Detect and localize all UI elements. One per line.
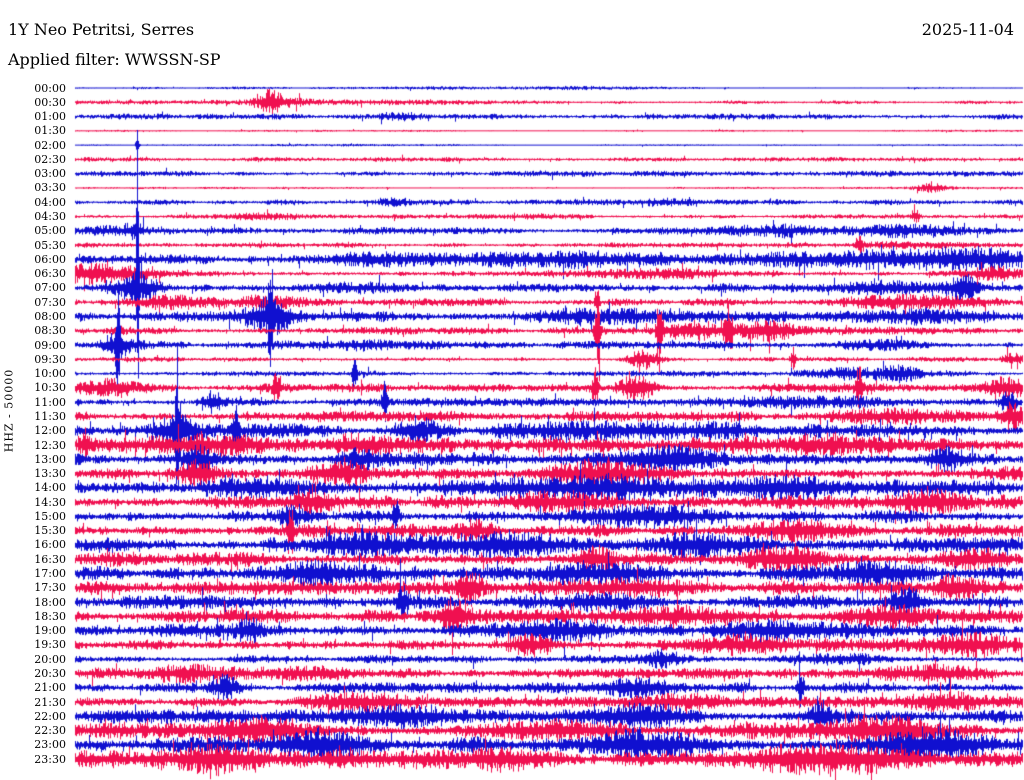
time-label: 15:30 — [34, 524, 66, 538]
time-label: 04:00 — [34, 195, 66, 209]
time-label: 14:00 — [34, 481, 66, 495]
time-label: 12:30 — [34, 438, 66, 452]
time-label: 01:00 — [34, 110, 66, 124]
helicorder-canvas — [0, 0, 1024, 780]
time-label: 17:00 — [34, 567, 66, 581]
time-label: 18:00 — [34, 595, 66, 609]
time-label: 08:30 — [34, 324, 66, 338]
time-label: 00:00 — [34, 81, 66, 95]
time-label: 22:30 — [34, 724, 66, 738]
time-label: 03:30 — [34, 181, 66, 195]
time-label: 08:00 — [34, 309, 66, 323]
page-title: 1Y Neo Petritsi, Serres — [8, 20, 195, 39]
time-label: 11:30 — [34, 409, 66, 423]
time-label: 19:00 — [34, 624, 66, 638]
time-label: 06:00 — [34, 252, 66, 266]
time-label: 02:30 — [34, 152, 66, 166]
time-label: 06:30 — [34, 267, 66, 281]
time-label: 13:00 — [34, 452, 66, 466]
time-label: 20:00 — [34, 652, 66, 666]
time-label: 15:00 — [34, 509, 66, 523]
time-label: 23:00 — [34, 738, 66, 752]
time-label: 19:30 — [34, 638, 66, 652]
date-label: 2025-11-04 — [921, 20, 1014, 39]
time-label: 01:30 — [34, 124, 66, 138]
time-label: 09:30 — [34, 352, 66, 366]
time-label: 18:30 — [34, 609, 66, 623]
time-label: 12:00 — [34, 424, 66, 438]
time-label: 02:00 — [34, 138, 66, 152]
time-label: 10:30 — [34, 381, 66, 395]
filter-label: Applied filter: WWSSN-SP — [8, 50, 221, 69]
time-label: 14:30 — [34, 495, 66, 509]
time-label: 20:30 — [34, 666, 66, 680]
time-label: 09:00 — [34, 338, 66, 352]
time-label: 13:30 — [34, 467, 66, 481]
time-label: 22:00 — [34, 709, 66, 723]
time-label: 17:30 — [34, 581, 66, 595]
time-label: 00:30 — [34, 95, 66, 109]
time-label: 07:30 — [34, 295, 66, 309]
time-label: 23:30 — [34, 752, 66, 766]
time-label: 21:00 — [34, 681, 66, 695]
time-label: 10:00 — [34, 367, 66, 381]
time-label: 04:30 — [34, 210, 66, 224]
time-label: 05:30 — [34, 238, 66, 252]
time-label: 16:30 — [34, 552, 66, 566]
time-label: 03:00 — [34, 167, 66, 181]
time-label: 07:00 — [34, 281, 66, 295]
time-label: 05:00 — [34, 224, 66, 238]
time-label: 21:30 — [34, 695, 66, 709]
time-label: 11:00 — [34, 395, 66, 409]
helicorder-page: 1Y Neo Petritsi, Serres 2025-11-04 Appli… — [0, 0, 1024, 780]
time-label: 16:00 — [34, 538, 66, 552]
